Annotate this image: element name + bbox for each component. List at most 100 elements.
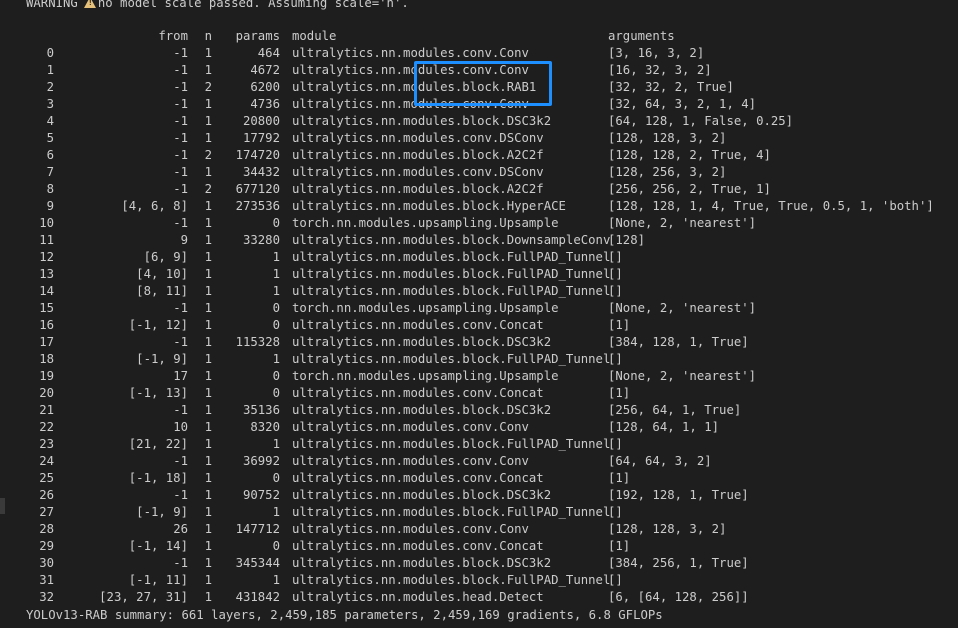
row-arguments: [1] bbox=[608, 539, 631, 553]
row-index: 8 bbox=[46, 182, 54, 196]
table-row: 1 -1 1 4672 ultralytics.nn.modules.conv.Conv… bbox=[0, 62, 958, 79]
row-arguments: [384, 256, 1, True] bbox=[608, 556, 749, 570]
row-arguments: [1] bbox=[608, 318, 631, 332]
row-from: -1 bbox=[173, 131, 188, 145]
row-index: 15 bbox=[39, 301, 54, 315]
row-params: 0 bbox=[272, 318, 280, 332]
row-n: 1 bbox=[204, 199, 212, 213]
row-params: 0 bbox=[272, 301, 280, 315]
row-module: ultralytics.nn.modules.block.FullPAD_Tun… bbox=[292, 284, 611, 298]
warning-icon bbox=[83, 0, 96, 8]
row-from: -1 bbox=[173, 335, 188, 349]
row-module: ultralytics.nn.modules.block.DSC3k2 bbox=[292, 114, 552, 128]
row-module: ultralytics.nn.modules.block.A2C2f bbox=[292, 148, 544, 162]
row-arguments: [32, 64, 3, 2, 1, 4] bbox=[608, 97, 757, 111]
header-arguments: arguments bbox=[608, 29, 675, 43]
table-row: 10 -1 1 0 torch.nn.modules.upsampling.Upsamp… bbox=[0, 215, 958, 232]
row-arguments: [1] bbox=[608, 471, 631, 485]
row-params: 345344 bbox=[235, 556, 280, 570]
table-row: 22 10 1 8320 ultralytics.nn.modules.conv.Con… bbox=[0, 419, 958, 436]
row-index: 28 bbox=[39, 522, 54, 536]
row-module: ultralytics.nn.modules.block.FullPAD_Tun… bbox=[292, 437, 611, 451]
row-n: 1 bbox=[204, 318, 212, 332]
row-index: 6 bbox=[46, 148, 54, 162]
row-n: 1 bbox=[204, 505, 212, 519]
row-n: 1 bbox=[204, 590, 212, 604]
row-params: 147712 bbox=[235, 522, 280, 536]
row-module: ultralytics.nn.modules.block.FullPAD_Tun… bbox=[292, 573, 611, 587]
row-index: 22 bbox=[39, 420, 54, 434]
table-row: 19 17 1 0 torch.nn.modules.upsampling.Upsamp… bbox=[0, 368, 958, 385]
row-arguments: [] bbox=[608, 437, 623, 451]
table-row: 12 [6, 9] 1 1 ultralytics.nn.modules.block.F… bbox=[0, 249, 958, 266]
row-module: ultralytics.nn.modules.block.DSC3k2 bbox=[292, 488, 552, 502]
table-row: 24 -1 1 36992 ultralytics.nn.modules.conv.Co… bbox=[0, 453, 958, 470]
warning-label: WARNING bbox=[26, 0, 78, 10]
row-n: 1 bbox=[204, 250, 212, 264]
row-n: 1 bbox=[204, 216, 212, 230]
table-row: 7 -1 1 34432 ultralytics.nn.modules.conv.DSC… bbox=[0, 164, 958, 181]
row-from: [-1, 9] bbox=[136, 352, 188, 366]
row-params: 36992 bbox=[242, 454, 280, 468]
row-module: ultralytics.nn.modules.conv.Conv bbox=[292, 522, 529, 536]
row-params: 115328 bbox=[235, 335, 280, 349]
table-row: 4 -1 1 20800 ultralytics.nn.modules.block.DS… bbox=[0, 113, 958, 130]
row-from: -1 bbox=[173, 97, 188, 111]
row-params: 8320 bbox=[250, 420, 280, 434]
row-module: ultralytics.nn.modules.block.DSC3k2 bbox=[292, 335, 552, 349]
warning-line: WARNING no model scale passed. Assuming s… bbox=[26, 0, 409, 12]
row-arguments: [] bbox=[608, 267, 623, 281]
row-params: 0 bbox=[272, 539, 280, 553]
row-from: [21, 22] bbox=[128, 437, 188, 451]
row-from: -1 bbox=[173, 114, 188, 128]
table-row: 13 [4, 10] 1 1 ultralytics.nn.modules.block.… bbox=[0, 266, 958, 283]
row-arguments: [] bbox=[608, 352, 623, 366]
row-module: ultralytics.nn.modules.block.FullPAD_Tun… bbox=[292, 505, 611, 519]
row-arguments: [128, 128, 1, 4, True, True, 0.5, 1, 'bo… bbox=[608, 199, 934, 213]
row-params: 20800 bbox=[242, 114, 280, 128]
row-params: 4672 bbox=[250, 63, 280, 77]
row-arguments: [128, 64, 1, 1] bbox=[608, 420, 720, 434]
row-from: -1 bbox=[173, 182, 188, 196]
header-params: params bbox=[235, 29, 280, 43]
table-row: 8 -1 2 677120 ultralytics.nn.modules.block.A… bbox=[0, 181, 958, 198]
row-module: ultralytics.nn.modules.conv.Conv bbox=[292, 97, 529, 111]
row-index: 14 bbox=[39, 284, 54, 298]
row-params: 1 bbox=[272, 250, 280, 264]
row-module: ultralytics.nn.modules.conv.DSConv bbox=[292, 165, 544, 179]
row-arguments: [256, 256, 2, True, 1] bbox=[608, 182, 771, 196]
scrollbar-thumb[interactable] bbox=[0, 498, 5, 514]
row-from: -1 bbox=[173, 63, 188, 77]
row-module: torch.nn.modules.upsampling.Upsample bbox=[292, 301, 559, 315]
row-n: 1 bbox=[204, 46, 212, 60]
row-module: ultralytics.nn.modules.conv.DSConv bbox=[292, 131, 544, 145]
row-module: ultralytics.nn.modules.head.Detect bbox=[292, 590, 544, 604]
row-arguments: [32, 32, 2, True] bbox=[608, 80, 734, 94]
row-index: 3 bbox=[46, 97, 54, 111]
row-module: ultralytics.nn.modules.block.RAB1 bbox=[292, 80, 537, 94]
row-from: [6, 9] bbox=[143, 250, 188, 264]
row-n: 1 bbox=[204, 352, 212, 366]
table-row: 3 -1 1 4736 ultralytics.nn.modules.conv.Conv… bbox=[0, 96, 958, 113]
row-params: 464 bbox=[257, 46, 280, 60]
table-row: 5 -1 1 17792 ultralytics.nn.modules.conv.DSC… bbox=[0, 130, 958, 147]
row-n: 2 bbox=[204, 80, 212, 94]
row-n: 1 bbox=[204, 114, 212, 128]
model-summary: YOLOv13-RAB summary: 661 layers, 2,459,1… bbox=[26, 608, 663, 622]
terminal-output[interactable]: WARNING no model scale passed. Assuming s… bbox=[0, 0, 958, 628]
row-n: 2 bbox=[204, 148, 212, 162]
row-index: 11 bbox=[39, 233, 54, 247]
row-module: ultralytics.nn.modules.block.DSC3k2 bbox=[292, 556, 552, 570]
row-index: 2 bbox=[46, 80, 54, 94]
row-arguments: [384, 128, 1, True] bbox=[608, 335, 749, 349]
row-n: 1 bbox=[204, 301, 212, 315]
row-module: torch.nn.modules.upsampling.Upsample bbox=[292, 369, 559, 383]
row-params: 0 bbox=[272, 216, 280, 230]
row-arguments: [128, 128, 2, True, 4] bbox=[608, 148, 771, 162]
warning-message: no model scale passed. Assuming scale='n… bbox=[97, 0, 409, 10]
row-arguments: [16, 32, 3, 2] bbox=[608, 63, 712, 77]
row-params: 1 bbox=[272, 284, 280, 298]
row-from: 26 bbox=[173, 522, 188, 536]
row-params: 1 bbox=[272, 437, 280, 451]
row-index: 30 bbox=[39, 556, 54, 570]
